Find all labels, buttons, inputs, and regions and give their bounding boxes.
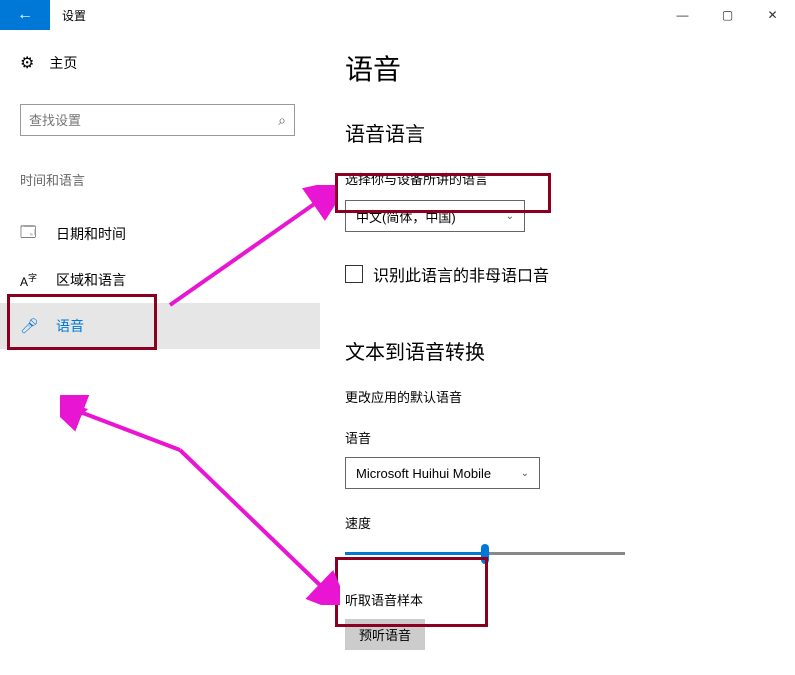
tts-desc: 更改应用的默认语音 bbox=[345, 387, 775, 406]
slider-thumb[interactable] bbox=[481, 544, 489, 564]
search-box[interactable]: ⌕ bbox=[20, 104, 295, 136]
page-title: 语音 bbox=[345, 48, 775, 88]
window-controls: — ▢ ✕ bbox=[660, 0, 795, 30]
close-button[interactable]: ✕ bbox=[750, 0, 795, 30]
content: 语音 语音语言 选择你与设备所讲的语言 中文(简体，中国) ⌄ 识别此语言的非母… bbox=[345, 48, 775, 650]
titlebar: ← 设置 — ▢ ✕ bbox=[0, 0, 795, 30]
sidebar-item-label: 区域和语言 bbox=[56, 270, 126, 290]
nonnative-accent-row[interactable]: 识别此语言的非母语口音 bbox=[345, 262, 775, 286]
chevron-down-icon: ⌄ bbox=[521, 468, 529, 479]
sidebar: ⚙ 主页 ⌕ 时间和语言 🗔 日期和时间 A字 区域和语言 🎤︎ 语音 bbox=[0, 30, 320, 349]
speech-language-desc: 选择你与设备所讲的语言 bbox=[345, 169, 775, 188]
back-button[interactable]: ← bbox=[0, 0, 50, 30]
sidebar-item-datetime[interactable]: 🗔 日期和时间 bbox=[0, 211, 320, 257]
sample-label: 听取语音样本 bbox=[345, 590, 775, 609]
language-icon: A字 bbox=[20, 271, 38, 289]
minimize-button[interactable]: — bbox=[660, 0, 705, 30]
language-combobox[interactable]: 中文(简体，中国) ⌄ bbox=[345, 200, 525, 232]
calendar-icon: 🗔 bbox=[20, 222, 38, 247]
speed-slider[interactable] bbox=[345, 542, 625, 566]
sidebar-item-label: 日期和时间 bbox=[56, 224, 126, 244]
minimize-icon: — bbox=[677, 8, 689, 22]
voice-combobox-value: Microsoft Huihui Mobile bbox=[356, 466, 491, 481]
search-input[interactable] bbox=[29, 113, 278, 128]
speed-label: 速度 bbox=[345, 513, 775, 532]
maximize-icon: ▢ bbox=[722, 8, 733, 22]
checkbox-icon[interactable] bbox=[345, 265, 363, 283]
annotation-arrow-icon bbox=[60, 395, 340, 605]
chevron-down-icon: ⌄ bbox=[506, 211, 514, 222]
sidebar-section-label: 时间和语言 bbox=[20, 170, 300, 189]
search-icon: ⌕ bbox=[278, 112, 286, 129]
microphone-icon: 🎤︎ bbox=[20, 317, 38, 335]
speech-language-section: 语音语言 bbox=[345, 118, 775, 147]
language-combobox-value: 中文(简体，中国) bbox=[356, 207, 456, 226]
sidebar-item-region[interactable]: A字 区域和语言 bbox=[0, 257, 320, 303]
close-icon: ✕ bbox=[767, 8, 777, 22]
arrow-left-icon: ← bbox=[17, 6, 33, 24]
voice-combobox[interactable]: Microsoft Huihui Mobile ⌄ bbox=[345, 457, 540, 489]
tts-section: 文本到语音转换 bbox=[345, 336, 775, 365]
slider-rest bbox=[485, 552, 625, 555]
gear-icon: ⚙ bbox=[20, 53, 34, 73]
slider-fill bbox=[345, 552, 485, 555]
maximize-button[interactable]: ▢ bbox=[705, 0, 750, 30]
sidebar-item-label: 语音 bbox=[56, 316, 84, 336]
app-title: 设置 bbox=[50, 0, 660, 30]
checkbox-label: 识别此语言的非母语口音 bbox=[373, 262, 549, 286]
voice-label: 语音 bbox=[345, 428, 775, 447]
preview-voice-button[interactable]: 预听语音 bbox=[345, 619, 425, 650]
sidebar-home-label: 主页 bbox=[49, 53, 77, 73]
sidebar-item-speech[interactable]: 🎤︎ 语音 bbox=[0, 303, 320, 349]
sidebar-home[interactable]: ⚙ 主页 bbox=[20, 48, 300, 78]
